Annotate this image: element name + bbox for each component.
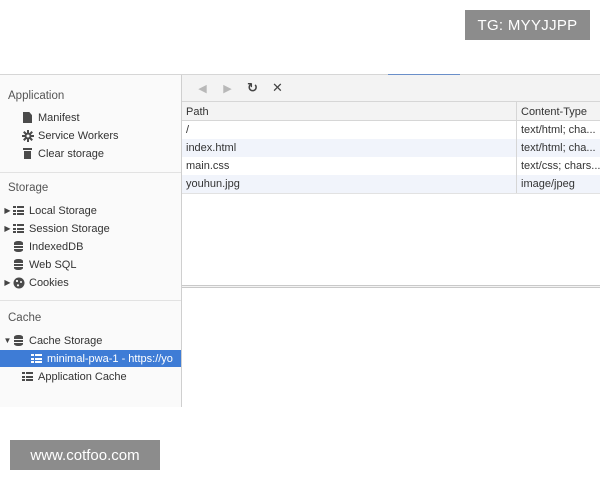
section-title-storage: Storage <box>8 182 49 194</box>
sidebar-item-label: Cookies <box>29 276 69 289</box>
table-bottom-rule <box>182 193 600 194</box>
expand-arrow-icon[interactable]: ▶ <box>3 206 12 215</box>
database-icon <box>12 258 25 271</box>
section-title-application: Application <box>8 90 65 102</box>
delete-icon[interactable]: ✕ <box>265 78 290 98</box>
cell-content-type: image/jpeg <box>516 175 600 193</box>
sidebar-item-application-cache[interactable]: Application Cache <box>0 368 181 385</box>
watermark-top: TG: MYYJJPP <box>465 10 590 40</box>
sidebar-item-label: Cache Storage <box>29 334 103 347</box>
sidebar-item-label: Clear storage <box>38 147 105 160</box>
expand-arrow-icon[interactable]: ▶ <box>3 224 12 233</box>
sidebar-divider <box>0 300 181 301</box>
watermark-bottom: www.cotfoo.com <box>10 440 160 470</box>
cell-path: / <box>186 124 190 136</box>
forward-icon[interactable]: ▶ <box>215 78 240 98</box>
sidebar-item-web-sql[interactable]: Web SQL <box>0 256 181 273</box>
sidebar-item-local-storage[interactable]: ▶ Local Storage <box>0 202 181 219</box>
cookie-icon <box>12 276 25 289</box>
grid-icon <box>12 204 25 217</box>
cache-entries-table: Path Content-Type / text/html; cha... in… <box>182 102 600 194</box>
sidebar-item-label: IndexedDB <box>29 240 84 253</box>
sidebar-item-manifest[interactable]: Manifest <box>0 109 181 126</box>
sidebar-item-cache-storage[interactable]: ▼ Cache Storage <box>0 332 181 349</box>
document-icon <box>21 111 34 124</box>
database-icon <box>12 334 25 347</box>
grid-icon <box>12 222 25 235</box>
grid-icon <box>21 370 34 383</box>
sidebar-item-service-workers[interactable]: Service Workers <box>0 127 181 144</box>
cache-storage-view: ◀ ▶ ↻ ✕ Path Content-Type / text/html; c… <box>182 75 600 407</box>
sidebar-item-session-storage[interactable]: ▶ Session Storage <box>0 220 181 237</box>
cell-content-type: text/css; chars... <box>516 157 600 175</box>
table-row[interactable]: index.html text/html; cha... <box>182 139 600 157</box>
column-header-path[interactable]: Path <box>182 102 516 121</box>
sidebar-item-label: Manifest <box>38 111 80 124</box>
toolbar: ◀ ▶ ↻ ✕ <box>182 75 600 102</box>
sidebar-item-clear-storage[interactable]: Clear storage <box>0 145 181 162</box>
sidebar-item-label: Local Storage <box>29 204 97 217</box>
cell-content-type: text/html; cha... <box>516 139 600 157</box>
sidebar-item-cookies[interactable]: ▶ Cookies <box>0 274 181 291</box>
table-row[interactable]: main.css text/css; chars... <box>182 157 600 175</box>
trash-icon <box>21 147 34 160</box>
column-header-content-type[interactable]: Content-Type <box>516 102 600 121</box>
sidebar-item-label: Web SQL <box>29 258 77 271</box>
sidebar-item-cache-minimal-pwa[interactable]: minimal-pwa-1 - https://yo <box>0 350 181 367</box>
sidebar-item-label: Service Workers <box>38 129 119 142</box>
expand-arrow-icon[interactable]: ▶ <box>3 278 12 287</box>
devtools-application-panel: Application Manifest Service Workers Cle… <box>0 74 600 407</box>
back-icon[interactable]: ◀ <box>190 78 215 98</box>
database-icon <box>12 240 25 253</box>
section-title-cache: Cache <box>8 312 42 324</box>
sidebar: Application Manifest Service Workers Cle… <box>0 75 182 407</box>
table-row[interactable]: youhun.jpg image/jpeg <box>182 175 600 193</box>
refresh-icon[interactable]: ↻ <box>240 78 265 98</box>
cell-path: youhun.jpg <box>186 178 240 190</box>
sidebar-item-label: Application Cache <box>38 370 127 383</box>
cell-path: main.css <box>186 160 230 172</box>
grid-icon <box>30 352 43 365</box>
sidebar-item-label: Session Storage <box>29 222 110 235</box>
sidebar-item-indexeddb[interactable]: IndexedDB <box>0 238 181 255</box>
cell-path: index.html <box>186 142 237 154</box>
table-row[interactable]: / text/html; cha... <box>182 121 600 139</box>
gear-icon <box>21 129 34 142</box>
sidebar-item-label: minimal-pwa-1 - https://yo <box>47 352 173 365</box>
table-header: Path Content-Type <box>182 102 600 121</box>
collapse-arrow-icon[interactable]: ▼ <box>3 336 12 345</box>
sidebar-divider <box>0 172 181 173</box>
cell-content-type: text/html; cha... <box>516 121 600 139</box>
preview-splitter[interactable] <box>182 285 600 288</box>
